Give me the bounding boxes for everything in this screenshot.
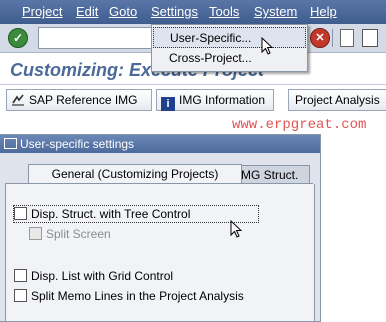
menu-settings[interactable]: Settings	[151, 4, 198, 20]
sap-reference-img-label: SAP Reference IMG	[29, 93, 138, 107]
check-icon[interactable]: ✓	[8, 28, 28, 48]
print-icon[interactable]	[340, 29, 354, 47]
watermark-text: www.erpgreat.com	[232, 117, 367, 133]
menu-edit[interactable]: Edit	[76, 4, 98, 20]
tab-panel-general: Disp. Struct. with Tree Control Split Sc…	[5, 184, 315, 321]
checkbox-split-screen[interactable]	[29, 227, 42, 240]
user-specific-settings-dialog: User-specific settings IMG Struct. Gener…	[0, 134, 321, 322]
option-tree-control-label: Disp. Struct. with Tree Control	[31, 207, 191, 221]
option-split-screen[interactable]: Split Screen	[29, 226, 111, 242]
menu-system[interactable]: System	[254, 4, 297, 20]
checkbox-tree-control[interactable]	[14, 207, 27, 220]
settings-dropdown-menu: User-Specific... Cross-Project...	[151, 24, 308, 72]
cancel-icon[interactable]: ✕	[310, 28, 330, 48]
option-grid-control[interactable]: Disp. List with Grid Control	[14, 268, 173, 284]
img-information-button[interactable]: i IMG Information	[156, 89, 274, 111]
option-grid-control-label: Disp. List with Grid Control	[31, 269, 174, 283]
option-split-screen-label: Split Screen	[46, 227, 111, 241]
menu-project[interactable]: Project	[22, 4, 62, 20]
dialog-title: User-specific settings	[20, 137, 135, 151]
option-split-memo-lines-label: Split Memo Lines in the Project Analysis	[31, 289, 244, 303]
menu-goto[interactable]: Goto	[109, 4, 137, 20]
checkbox-split-memo-lines[interactable]	[14, 289, 27, 302]
option-split-memo-lines[interactable]: Split Memo Lines in the Project Analysis	[14, 288, 244, 304]
menu-help[interactable]: Help	[310, 4, 337, 20]
mouse-pointer-icon	[261, 37, 274, 55]
menu-item-user-specific[interactable]: User-Specific...	[153, 27, 306, 48]
sap-reference-img-button[interactable]: SAP Reference IMG	[6, 89, 152, 111]
option-tree-control[interactable]: Disp. Struct. with Tree Control	[13, 205, 259, 223]
mouse-pointer-icon	[230, 220, 243, 238]
dialog-titlebar[interactable]: User-specific settings	[0, 135, 320, 153]
project-analysis-button[interactable]: Project Analysis	[288, 89, 386, 111]
info-icon: i	[161, 97, 175, 111]
command-field[interactable]	[38, 27, 158, 49]
tab-general[interactable]: General (Customizing Projects)	[28, 164, 242, 185]
sap-reference-img-icon	[12, 94, 24, 106]
toolbar-separator	[332, 29, 333, 47]
checkbox-grid-control[interactable]	[14, 269, 27, 282]
window-icon	[4, 138, 17, 149]
menu-item-cross-project[interactable]: Cross-Project...	[153, 48, 306, 69]
img-information-label: IMG Information	[179, 93, 266, 107]
binoculars-icon[interactable]	[362, 29, 378, 47]
application-toolbar: SAP Reference IMG i IMG Information Proje…	[0, 86, 386, 116]
menu-bar: Project Edit Goto Settings Tools System …	[0, 0, 386, 24]
menu-tools[interactable]: Tools	[209, 4, 239, 20]
title-divider	[0, 84, 386, 85]
